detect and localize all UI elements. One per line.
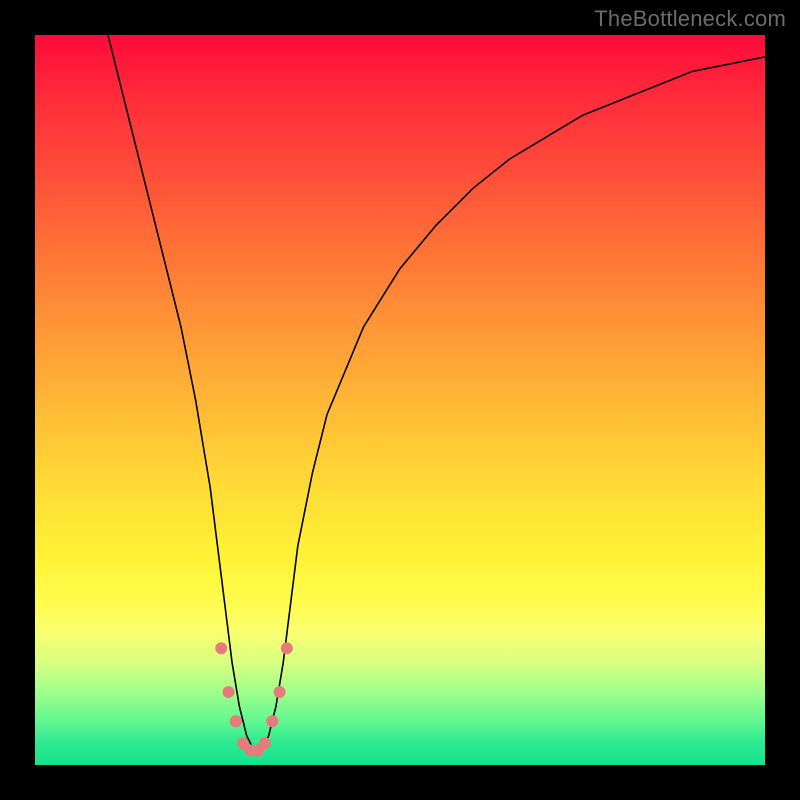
chart-frame: TheBottleneck.com: [0, 0, 800, 800]
valley-marker: [274, 686, 286, 698]
watermark-label: TheBottleneck.com: [594, 6, 786, 32]
curve-svg: [35, 35, 765, 765]
valley-marker: [223, 686, 235, 698]
valley-marker: [230, 715, 242, 727]
marker-group: [215, 642, 293, 756]
valley-marker: [215, 642, 227, 654]
valley-marker: [281, 642, 293, 654]
plot-area: [35, 35, 765, 765]
valley-marker: [259, 737, 271, 749]
bottleneck-curve: [108, 35, 765, 750]
valley-marker: [266, 715, 278, 727]
